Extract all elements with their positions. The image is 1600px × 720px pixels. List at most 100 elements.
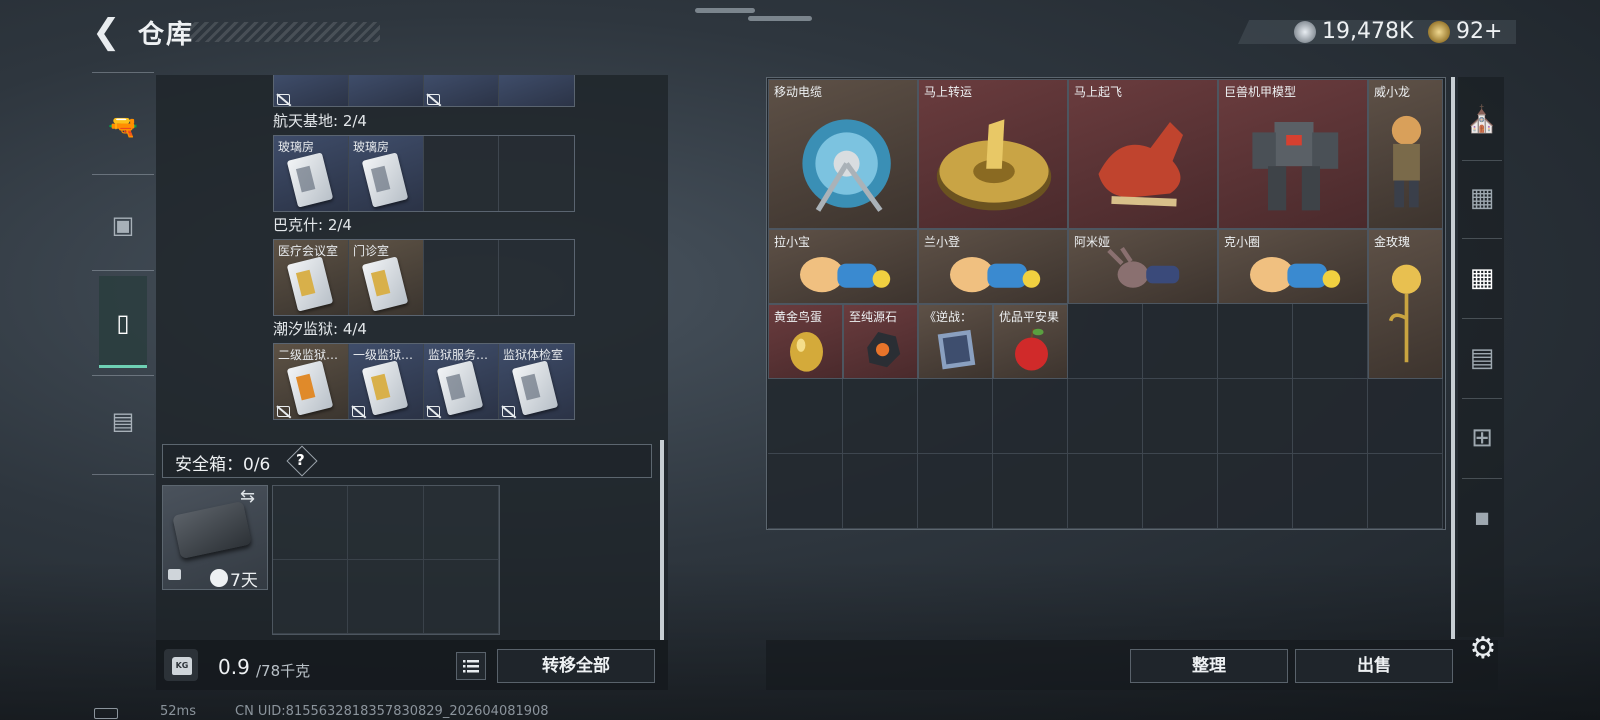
empty-slot[interactable]: [499, 136, 574, 211]
lock-icon: ■: [1474, 508, 1490, 527]
key-card-slot[interactable]: [424, 75, 499, 106]
empty-slot[interactable]: [348, 486, 424, 560]
stash-slot[interactable]: [1218, 454, 1293, 529]
no-insure-icon: [427, 406, 440, 417]
key-card-slot[interactable]: 门诊室: [349, 240, 424, 315]
stash-item[interactable]: 阿米娅: [1068, 229, 1218, 304]
tab-stash-3[interactable]: ▤: [1462, 338, 1502, 378]
stash-slot[interactable]: [918, 379, 993, 454]
stash-scrollbar[interactable]: [1451, 77, 1455, 639]
key-card-slot[interactable]: 监狱服务…: [424, 344, 499, 419]
item-name: 监狱体检室: [503, 348, 564, 362]
key-card-slot[interactable]: [274, 75, 349, 106]
key-card-icon: [286, 360, 334, 416]
key-row-aerospace: 玻璃房 玻璃房: [273, 135, 575, 212]
stash-slot[interactable]: [993, 379, 1068, 454]
stash-item[interactable]: 金玫瑰: [1368, 229, 1443, 379]
stash-item[interactable]: 克小圈: [1218, 229, 1368, 304]
item-name: 黄金鸟蛋: [774, 310, 823, 324]
red-horse-icon: [1076, 96, 1212, 228]
add-stash-icon: ⊞: [1471, 423, 1493, 453]
key-card-slot[interactable]: 监狱体检室: [499, 344, 574, 419]
gold-medallion-icon: [926, 96, 1062, 228]
stash-slot[interactable]: [1293, 454, 1368, 529]
stash-slot[interactable]: [1218, 379, 1293, 454]
stash-slot[interactable]: [1143, 454, 1218, 529]
transfer-all-button[interactable]: 转移全部: [497, 649, 655, 683]
item-name: 威小龙: [1374, 85, 1411, 99]
empty-slot[interactable]: [424, 240, 499, 315]
empty-slot[interactable]: [273, 560, 349, 634]
key-card-slot[interactable]: [349, 75, 424, 106]
stash-slot[interactable]: [1068, 454, 1143, 529]
item-name: 优品平安果: [999, 310, 1060, 324]
stash-slot[interactable]: [843, 379, 918, 454]
list-icon: [463, 660, 479, 673]
stash-slot[interactable]: [1143, 304, 1218, 379]
tab-stash-1[interactable]: ▦: [1462, 178, 1502, 218]
backpack-icon: ▯: [116, 309, 130, 337]
stash-item[interactable]: 马上起飞: [1068, 79, 1218, 229]
settings-gear-icon[interactable]: ⚙: [1466, 632, 1500, 666]
stash-item[interactable]: 拉小宝: [768, 229, 918, 304]
item-name: 金玫瑰: [1374, 235, 1411, 249]
tab-stash-main[interactable]: ⛪: [1462, 100, 1502, 140]
stash-slot[interactable]: [768, 379, 843, 454]
safe-box-label: 安全箱：0/6: [175, 455, 271, 475]
stash-slot[interactable]: [768, 454, 843, 529]
empty-slot[interactable]: [348, 560, 424, 634]
empty-slot[interactable]: [273, 486, 349, 560]
stash-slot[interactable]: [918, 454, 993, 529]
stash-slot[interactable]: [1068, 304, 1143, 379]
backpack-scrollbar[interactable]: [660, 440, 664, 640]
stash-slot[interactable]: [843, 454, 918, 529]
key-card-slot[interactable]: 二级监狱…: [274, 344, 349, 419]
key-card-slot[interactable]: 玻璃房: [349, 136, 424, 211]
nav-weapons[interactable]: 🔫: [99, 104, 147, 150]
stash-item[interactable]: 马上转运: [918, 79, 1068, 229]
back-arrow-icon[interactable]: ❮: [92, 14, 122, 50]
help-question-mark[interactable]: ?: [296, 451, 305, 469]
stash-item[interactable]: 至纯源石: [843, 304, 918, 379]
empty-slot[interactable]: [499, 240, 574, 315]
stash-slot[interactable]: [1293, 304, 1368, 379]
swap-icon[interactable]: ⇆: [240, 486, 255, 507]
stash-slot[interactable]: [993, 454, 1068, 529]
stash-item[interactable]: 黄金鸟蛋: [768, 304, 843, 379]
stash-slot[interactable]: [1368, 379, 1443, 454]
key-card-slot[interactable]: 医疗会议室: [274, 240, 349, 315]
tab-stash-2[interactable]: ▦: [1462, 258, 1502, 298]
nav-divider: [92, 375, 154, 376]
stash-slot[interactable]: [1218, 304, 1293, 379]
key-card-slot[interactable]: 玻璃房: [274, 136, 349, 211]
stash-item[interactable]: 兰小登: [918, 229, 1068, 304]
add-gold-icon[interactable]: +: [1484, 19, 1502, 44]
stash-item[interactable]: 《逆战：: [918, 304, 993, 379]
stash-item[interactable]: 优品平安果: [993, 304, 1068, 379]
nav-equipment[interactable]: ▣: [99, 202, 147, 248]
stash-slot[interactable]: [1368, 454, 1443, 529]
tab-add-stash[interactable]: ⊞: [1462, 418, 1502, 458]
sell-button[interactable]: 出售: [1295, 649, 1453, 683]
stash-slot[interactable]: [1293, 379, 1368, 454]
sort-button[interactable]: 整理: [1130, 649, 1288, 683]
plush-doll-icon: [776, 246, 912, 303]
list-view-button[interactable]: [456, 652, 486, 680]
stash-item[interactable]: 威小龙: [1368, 79, 1443, 229]
tab-stash-locked[interactable]: ■: [1462, 498, 1502, 538]
stash-slot[interactable]: [1068, 379, 1143, 454]
key-card-slot[interactable]: 一级监狱…: [349, 344, 424, 419]
key-card-slot[interactable]: [499, 75, 574, 106]
ceiling-light: [695, 8, 755, 13]
stash-item[interactable]: 巨兽机甲模型: [1218, 79, 1368, 229]
stash-slot[interactable]: [1143, 379, 1218, 454]
tab-divider: [1462, 160, 1502, 161]
safe-box-grid[interactable]: [272, 485, 500, 635]
page-title: 仓库: [138, 20, 195, 50]
empty-slot[interactable]: [424, 136, 499, 211]
empty-slot[interactable]: [423, 560, 499, 634]
empty-slot[interactable]: [423, 486, 499, 560]
nav-toolbox[interactable]: ▤: [99, 398, 147, 444]
gold-balance[interactable]: 92+: [1456, 19, 1502, 44]
stash-item[interactable]: 移动电缆: [768, 79, 918, 229]
